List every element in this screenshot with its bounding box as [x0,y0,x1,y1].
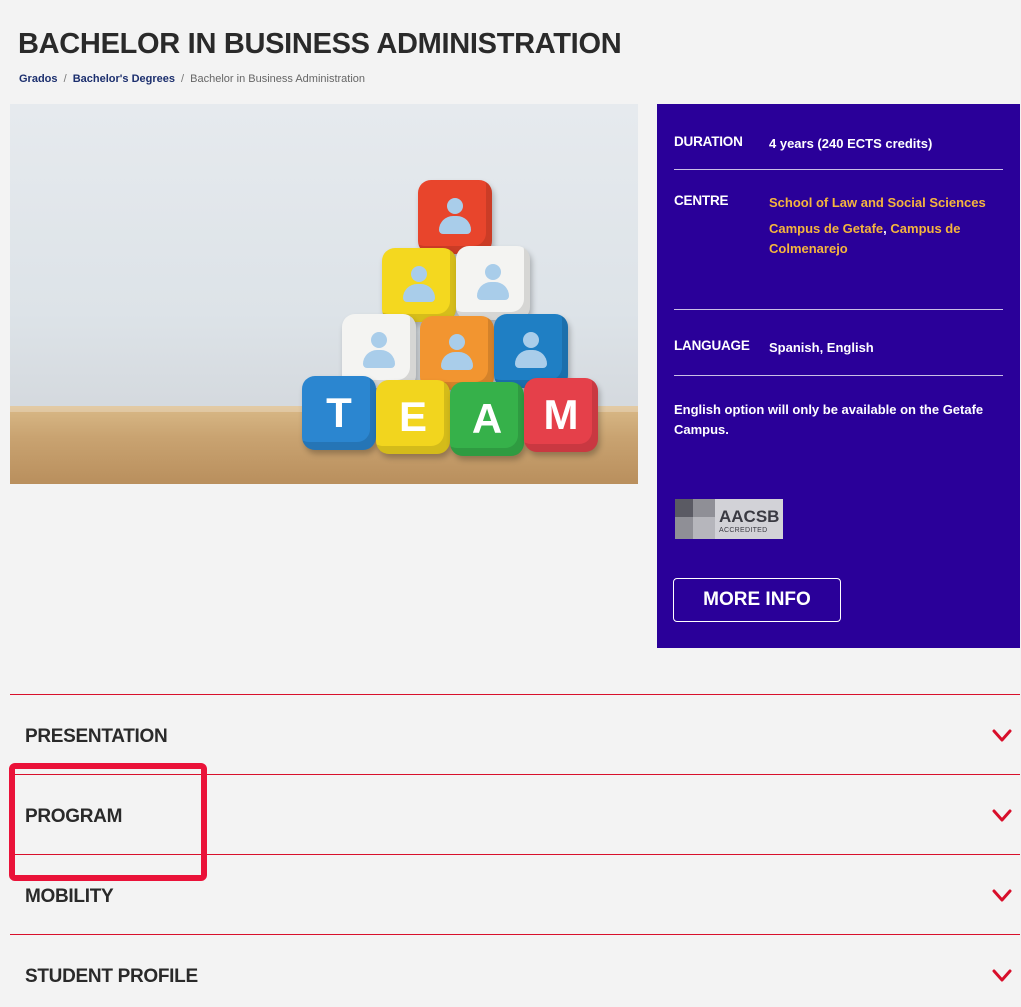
cube-letter: T [326,389,352,436]
duration-label: DURATION [674,134,743,149]
person-icon [438,334,476,372]
blue-letter-cube: T [302,376,376,450]
person-icon [512,332,550,370]
info-row-centre: CENTRE School of Law and Social Sciences… [674,170,1003,310]
centre-label: CENTRE [674,193,729,208]
red-letter-cube: M [524,378,598,452]
red-person-cube [418,180,492,254]
breadcrumb-separator: / [181,73,185,85]
accordion-label: PRESENTATION [25,725,168,747]
yellow-person-cube [382,248,456,322]
accordion-item-student-profile[interactable]: STUDENT PROFILE [10,934,1020,1007]
green-letter-cube: A [450,382,524,456]
accordion-label: PROGRAM [25,805,123,827]
accordion-item-presentation[interactable]: PRESENTATION [10,694,1020,774]
school-link[interactable]: School of Law and Social Sciences [769,195,986,210]
degree-info-panel: DURATION 4 years (240 ECTS credits) CENT… [657,104,1020,648]
accordion-item-program[interactable]: PROGRAM [10,774,1020,854]
info-row-duration: DURATION 4 years (240 ECTS credits) [674,104,1003,170]
chevron-down-icon[interactable] [992,809,1012,823]
person-icon [436,198,474,236]
page-title: BACHELOR IN BUSINESS ADMINISTRATION [18,28,622,60]
cube-letter: M [543,391,579,438]
chevron-down-icon[interactable] [992,729,1012,743]
person-icon [474,264,512,302]
yellow-letter-cube: E [376,380,450,454]
cube-letter: E [398,393,427,440]
more-info-button[interactable]: MORE INFO [673,578,841,622]
breadcrumb-current: Bachelor in Business Administration [190,73,366,85]
breadcrumb-link-grados[interactable]: Grados [19,73,58,85]
blue-person-cube [494,314,568,388]
cube-letter: A [471,395,503,442]
english-option-note: English option will only be available on… [674,402,984,437]
campus-getafe-link[interactable]: Campus de Getafe [769,221,883,236]
breadcrumb-separator: / [63,73,67,85]
white-person-cube [456,246,530,320]
language-label: LANGUAGE [674,338,750,353]
chevron-down-icon[interactable] [992,969,1012,983]
info-row-language: LANGUAGE Spanish, English [674,310,1003,376]
duration-value: 4 years (240 ECTS credits) [769,136,933,151]
orange-person-cube [420,316,494,390]
campus-separator: , [883,221,887,236]
person-icon [400,266,438,304]
hero-image: T E A M [10,104,638,484]
breadcrumb: Grados / Bachelor's Degrees / Bachelor i… [19,73,365,85]
aacsb-accreditation-logo: AACSB ACCREDITED [675,498,795,540]
person-icon [360,332,398,370]
degree-accordion: PRESENTATION PROGRAM MOBILITY STUDENT PR… [10,694,1020,1007]
accordion-label: MOBILITY [25,885,114,907]
breadcrumb-link-bachelors-degrees[interactable]: Bachelor's Degrees [73,73,175,85]
aacsb-name: AACSB [719,506,780,526]
aacsb-mark-icon [675,499,715,539]
accordion-label: STUDENT PROFILE [25,965,198,987]
accordion-item-mobility[interactable]: MOBILITY [10,854,1020,934]
centre-value: School of Law and Social Sciences Campus… [769,193,1003,309]
language-value: Spanish, English [769,340,874,355]
chevron-down-icon[interactable] [992,889,1012,903]
aacsb-subtitle: ACCREDITED [719,526,768,534]
